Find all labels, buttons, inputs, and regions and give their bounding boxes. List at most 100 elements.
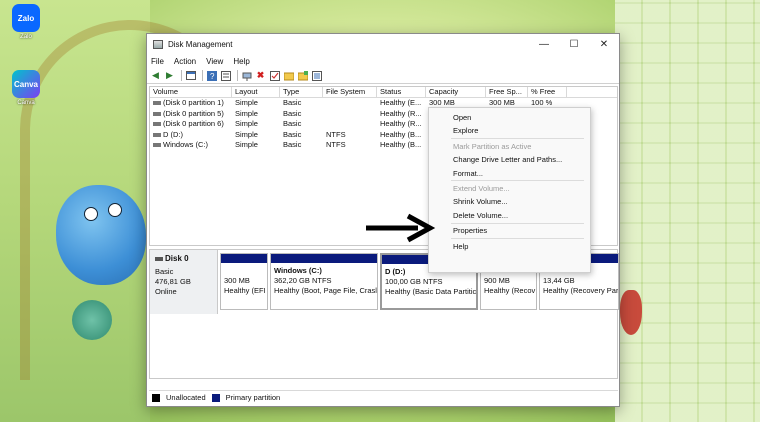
table-cell: Simple — [232, 119, 280, 130]
toolbar: ◀ ▶ ? ✖ — [147, 68, 619, 84]
context-menu-open[interactable]: Open — [429, 111, 590, 124]
close-button[interactable]: ✕ — [589, 34, 619, 54]
desktop-icon-zalo[interactable]: Zalo Zalo — [8, 4, 44, 40]
context-menu-delete-volume[interactable]: Delete Volume... — [429, 209, 590, 222]
partition-text: Windows (C:) 362,20 GB NTFS Healthy (Boot,… — [271, 263, 377, 299]
canva-icon: Canva — [12, 70, 40, 98]
svg-text:?: ? — [210, 72, 215, 81]
cell-text: Healthy (R... — [380, 119, 422, 128]
cell-text: Simple — [235, 140, 258, 149]
partition-title: Windows (C:) — [274, 266, 322, 275]
partition-efi[interactable]: 300 MB Healthy (EFI — [220, 253, 268, 310]
toolbar-separator — [237, 70, 238, 81]
table-cell: NTFS — [323, 130, 377, 141]
volume-drive-icon — [153, 101, 161, 106]
table-cell: Healthy (R... — [377, 119, 426, 130]
column-header-volume[interactable]: Volume — [150, 87, 232, 97]
legend-unallocated: Unallocated — [166, 393, 206, 402]
toolbar-separator — [181, 70, 182, 81]
table-cell: Basic — [280, 119, 323, 130]
context-menu-change-drive-letter[interactable]: Change Drive Letter and Paths... — [429, 153, 590, 166]
partition-status: Healthy (Boot, Page File, Crasl — [274, 286, 377, 295]
cell-text: (Disk 0 partition 5) — [163, 108, 224, 118]
cell-text: D (D:) — [163, 129, 183, 139]
disk-0-label[interactable]: Disk 0 Basic 476,81 GB Online — [150, 250, 218, 314]
partition-status: Healthy (EFI — [224, 286, 266, 295]
context-menu-shrink-volume[interactable]: Shrink Volume... — [429, 195, 590, 208]
cell-text: 300 MB — [489, 98, 515, 107]
context-menu-extend-volume: Extend Volume... — [453, 183, 510, 193]
list-view-icon[interactable] — [311, 70, 322, 81]
menu-help[interactable]: Help — [233, 57, 249, 66]
cell-text: Basic — [283, 129, 302, 139]
desktop-icon-canva[interactable]: Canva Canva — [8, 70, 44, 106]
legend-primary-partition: Primary partition — [225, 393, 281, 402]
partition-title — [224, 266, 264, 276]
back-arrow-icon[interactable]: ◀ — [150, 70, 161, 81]
creature-eye — [108, 203, 122, 217]
disk-drive-icon — [155, 256, 163, 261]
column-header-layout[interactable]: Layout — [232, 87, 280, 97]
column-header-file-system[interactable]: File System — [323, 87, 377, 97]
column-header-status[interactable]: Status — [377, 87, 426, 97]
disk-type: Basic — [155, 267, 174, 276]
table-cell: Healthy (B... — [377, 140, 426, 151]
table-cell: Simple — [232, 98, 280, 109]
disk-status: Online — [155, 287, 177, 296]
minimize-button[interactable]: — — [529, 34, 559, 54]
context-menu-help[interactable]: Help — [429, 240, 590, 253]
context-menu-mark-partition-active: Mark Partition as Active — [453, 141, 532, 151]
wallpaper-right — [615, 0, 760, 422]
zalo-icon: Zalo — [12, 4, 40, 32]
legend: Unallocated Primary partition — [149, 390, 618, 404]
table-cell: Simple — [232, 109, 280, 120]
partition-windows-c[interactable]: Windows (C:) 362,20 GB NTFS Healthy (Boot,… — [270, 253, 378, 310]
cell-text: 100 % — [531, 98, 553, 107]
cell-text: Basic — [283, 140, 302, 149]
column-header-capacity[interactable]: Capacity — [426, 87, 486, 97]
folder-icon[interactable] — [283, 70, 294, 81]
toolbar-separator — [202, 70, 203, 81]
forward-arrow-icon[interactable]: ▶ — [164, 70, 175, 81]
context-menu-format[interactable]: Format... — [429, 167, 590, 180]
properties-icon[interactable] — [220, 70, 231, 81]
partition-color-bar — [271, 254, 377, 263]
table-cell: (Disk 0 partition 5) — [150, 109, 232, 120]
delete-icon[interactable]: ✖ — [255, 70, 266, 81]
disk-name: Disk 0 — [165, 254, 189, 263]
cell-text: Basic — [283, 119, 302, 128]
maximize-button[interactable]: ☐ — [559, 34, 589, 54]
new-folder-icon[interactable] — [297, 70, 308, 81]
volume-drive-icon — [153, 122, 161, 127]
cell-text: NTFS — [326, 140, 346, 149]
table-cell: (Disk 0 partition 6) — [150, 119, 232, 130]
table-cell: Basic — [280, 130, 323, 141]
window-title: Disk Management — [168, 39, 233, 49]
context-menu-explore[interactable]: Explore — [429, 124, 590, 137]
column-header-type[interactable]: Type — [280, 87, 323, 97]
connect-icon[interactable] — [241, 70, 252, 81]
column-header-free-space[interactable]: Free Sp... — [486, 87, 528, 97]
title-bar[interactable]: Disk Management — ☐ ✕ — [147, 34, 619, 54]
menu-view[interactable]: View — [206, 57, 223, 66]
menu-action[interactable]: Action — [174, 57, 196, 66]
partition-size: 13,44 GB — [543, 276, 575, 285]
table-cell: NTFS — [323, 140, 377, 151]
help-icon[interactable]: ? — [206, 70, 217, 81]
cell-text: Healthy (B... — [380, 129, 422, 139]
table-cell — [323, 98, 377, 109]
partition-size: 900 MB — [484, 276, 510, 285]
table-cell: Healthy (R... — [377, 109, 426, 120]
menu-file[interactable]: File — [151, 57, 164, 66]
wallpaper-red-blob — [620, 290, 642, 335]
volume-drive-icon — [153, 143, 161, 148]
table-cell: Simple — [232, 140, 280, 151]
partition-text: 300 MB Healthy (EFI — [221, 263, 267, 299]
menu-bar: File Action View Help — [147, 54, 619, 68]
annotation-arrow-icon — [366, 213, 436, 243]
checklist-icon[interactable] — [269, 70, 280, 81]
column-header-percent-free[interactable]: % Free — [528, 87, 567, 97]
console-tree-icon[interactable] — [185, 70, 196, 81]
cell-text: Simple — [235, 119, 258, 128]
context-menu-properties[interactable]: Properties — [429, 224, 590, 237]
